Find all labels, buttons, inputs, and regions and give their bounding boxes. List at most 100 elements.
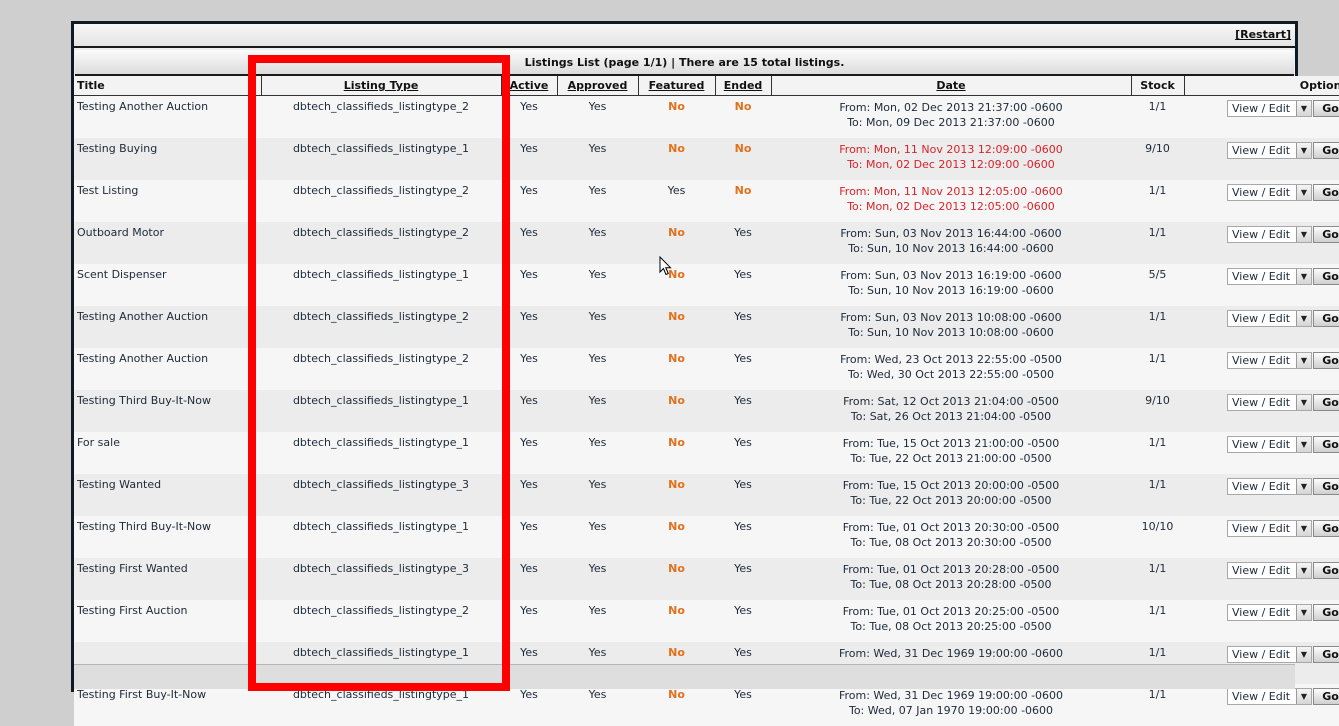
chevron-down-icon[interactable]: ▼ <box>1296 437 1311 452</box>
listing-type: dbtech_classifieds_listingtype_1 <box>261 390 501 432</box>
listing-title: Testing Third Buy-It-Now <box>74 516 261 558</box>
chevron-down-icon[interactable]: ▼ <box>1296 353 1311 368</box>
go-button[interactable]: Go <box>1313 478 1339 495</box>
listing-title: Testing First Auction <box>74 600 261 642</box>
column-header-active[interactable]: Active <box>500 76 557 96</box>
listing-title: For sale <box>74 432 261 474</box>
listing-title: Testing First Wanted <box>74 558 261 600</box>
date-range: From: Wed, 31 Dec 1969 19:00:00 -0600 To:… <box>771 684 1131 726</box>
options-select[interactable]: View / Edit ▼ <box>1227 100 1312 117</box>
date-range: From: Sat, 12 Oct 2013 21:04:00 -0500 To:… <box>771 390 1131 432</box>
options-cell: View / Edit ▼ Go <box>1184 138 1339 180</box>
date-from: From: Wed, 31 Dec 1969 19:00:00 -0600 <box>838 689 1064 702</box>
chevron-down-icon[interactable]: ▼ <box>1296 521 1311 536</box>
listings-table: Title Listing Type Active Approved Featu… <box>74 76 1339 726</box>
featured-status: No <box>638 222 715 264</box>
ended-status: No <box>715 95 771 138</box>
ended-status: Yes <box>715 222 771 264</box>
go-button[interactable]: Go <box>1313 688 1339 705</box>
chevron-down-icon[interactable]: ▼ <box>1296 563 1311 578</box>
options-select-value: View / Edit <box>1232 606 1291 619</box>
featured-status: No <box>638 432 715 474</box>
active-status: Yes <box>501 264 557 306</box>
chevron-down-icon[interactable]: ▼ <box>1296 101 1311 116</box>
go-button[interactable]: Go <box>1313 604 1339 621</box>
listing-title: Scent Dispenser <box>74 264 261 306</box>
table-row: Testing Another Auction dbtech_classified… <box>74 95 1339 138</box>
chevron-down-icon[interactable]: ▼ <box>1296 311 1311 326</box>
options-select[interactable]: View / Edit ▼ <box>1227 226 1312 243</box>
date-range: From: Tue, 15 Oct 2013 21:00:00 -0500 To:… <box>771 432 1131 474</box>
options-select[interactable]: View / Edit ▼ <box>1227 688 1312 705</box>
options-select[interactable]: View / Edit ▼ <box>1227 352 1312 369</box>
options-cell: View / Edit ▼ Go <box>1184 474 1339 516</box>
chevron-down-icon[interactable]: ▼ <box>1296 689 1311 704</box>
go-button[interactable]: Go <box>1313 100 1339 117</box>
stock-value: 10/10 <box>1131 516 1184 558</box>
go-button[interactable]: Go <box>1313 142 1339 159</box>
options-cell: View / Edit ▼ Go <box>1184 95 1339 138</box>
column-header-ended[interactable]: Ended <box>714 76 771 96</box>
date-to: To: Mon, 09 Dec 2013 21:37:00 -0600 <box>847 116 1055 129</box>
approved-status: Yes <box>557 558 638 600</box>
column-header-featured[interactable]: Featured <box>637 76 715 96</box>
table-row: Testing First Buy-It-Now dbtech_classifie… <box>74 684 1339 726</box>
date-from: From: Sun, 03 Nov 2013 16:44:00 -0600 <box>840 227 1062 240</box>
listing-title: Testing Another Auction <box>74 348 261 390</box>
column-header-approved[interactable]: Approved <box>556 76 638 96</box>
go-button[interactable]: Go <box>1313 268 1339 285</box>
chevron-down-icon[interactable]: ▼ <box>1296 143 1311 158</box>
column-header-listing-type[interactable]: Listing Type <box>260 76 501 96</box>
options-select[interactable]: View / Edit ▼ <box>1227 394 1312 411</box>
approved-status: Yes <box>557 432 638 474</box>
featured-status: No <box>638 306 715 348</box>
table-row: Scent Dispenser dbtech_classifieds_listin… <box>74 264 1339 306</box>
date-from: From: Tue, 01 Oct 2013 20:30:00 -0500 <box>842 521 1060 534</box>
options-select[interactable]: View / Edit ▼ <box>1227 268 1312 285</box>
go-button[interactable]: Go <box>1313 310 1339 327</box>
go-button[interactable]: Go <box>1313 646 1339 663</box>
column-header-date[interactable]: Date <box>770 76 1131 96</box>
options-select-value: View / Edit <box>1232 564 1291 577</box>
approved-status: Yes <box>557 222 638 264</box>
go-button[interactable]: Go <box>1313 226 1339 243</box>
options-cell: View / Edit ▼ Go <box>1184 516 1339 558</box>
date-from: From: Mon, 11 Nov 2013 12:09:00 -0600 <box>839 143 1063 156</box>
options-select[interactable]: View / Edit ▼ <box>1227 646 1312 663</box>
listing-type: dbtech_classifieds_listingtype_3 <box>261 474 501 516</box>
options-select[interactable]: View / Edit ▼ <box>1227 184 1312 201</box>
restart-link[interactable]: [Restart] <box>1235 28 1291 41</box>
options-select[interactable]: View / Edit ▼ <box>1227 562 1312 579</box>
options-select[interactable]: View / Edit ▼ <box>1227 436 1312 453</box>
go-button[interactable]: Go <box>1313 520 1339 537</box>
featured-status: No <box>638 390 715 432</box>
chevron-down-icon[interactable]: ▼ <box>1296 227 1311 242</box>
options-select[interactable]: View / Edit ▼ <box>1227 520 1312 537</box>
date-range: From: Mon, 02 Dec 2013 21:37:00 -0600 To:… <box>771 95 1131 138</box>
listing-type: dbtech_classifieds_listingtype_2 <box>261 180 501 222</box>
go-button[interactable]: Go <box>1313 394 1339 411</box>
chevron-down-icon[interactable]: ▼ <box>1296 395 1311 410</box>
go-button[interactable]: Go <box>1313 562 1339 579</box>
chevron-down-icon[interactable]: ▼ <box>1296 185 1311 200</box>
options-select[interactable]: View / Edit ▼ <box>1227 142 1312 159</box>
options-select[interactable]: View / Edit ▼ <box>1227 604 1312 621</box>
approved-status: Yes <box>557 264 638 306</box>
options-select[interactable]: View / Edit ▼ <box>1227 478 1312 495</box>
featured-status: No <box>638 348 715 390</box>
active-status: Yes <box>501 348 557 390</box>
chevron-down-icon[interactable]: ▼ <box>1296 605 1311 620</box>
ended-status: No <box>715 138 771 180</box>
go-button[interactable]: Go <box>1313 436 1339 453</box>
go-button[interactable]: Go <box>1313 184 1339 201</box>
chevron-down-icon[interactable]: ▼ <box>1296 647 1311 662</box>
active-status: Yes <box>501 432 557 474</box>
chevron-down-icon[interactable]: ▼ <box>1296 479 1311 494</box>
chevron-down-icon[interactable]: ▼ <box>1296 269 1311 284</box>
options-select[interactable]: View / Edit ▼ <box>1227 310 1312 327</box>
approved-status: Yes <box>557 138 638 180</box>
options-cell: View / Edit ▼ Go <box>1184 432 1339 474</box>
options-select-value: View / Edit <box>1232 270 1291 283</box>
go-button[interactable]: Go <box>1313 352 1339 369</box>
options-cell: View / Edit ▼ Go <box>1184 222 1339 264</box>
